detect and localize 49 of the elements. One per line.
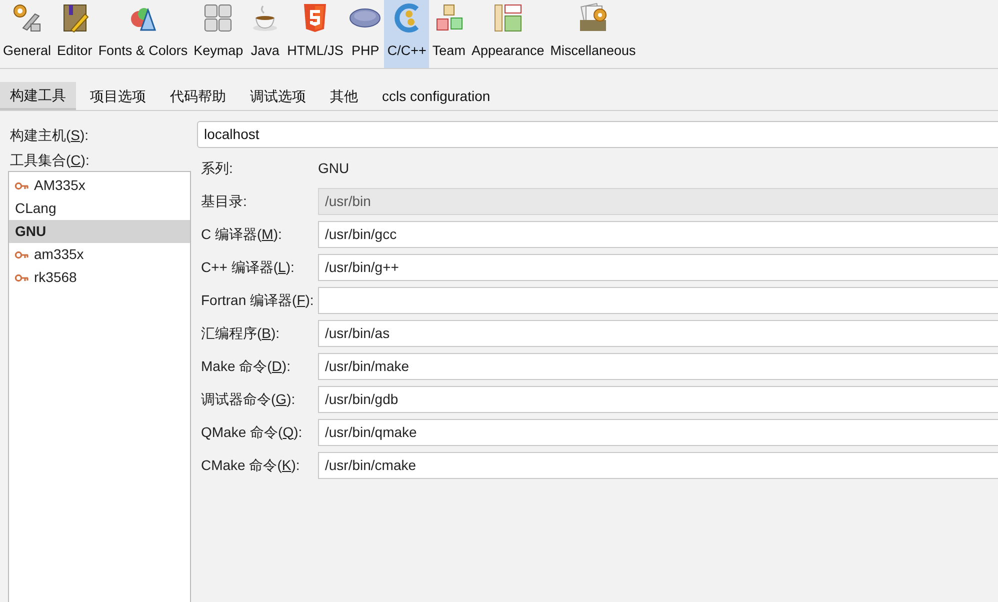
category-button[interactable]: Keymap [190, 0, 246, 68]
path-field[interactable]: /usr/bin/as [318, 320, 998, 347]
category-button[interactable]: Java [246, 0, 284, 68]
path-field[interactable]: /usr/bin/gdb [318, 386, 998, 413]
build-host-label: 构建主机(S): [10, 126, 89, 145]
category-button[interactable]: HTML/JS [284, 0, 346, 68]
path-field[interactable]: /usr/bin/gcc [318, 221, 998, 248]
path-field[interactable] [318, 287, 998, 314]
toolchain-item[interactable]: GNU [9, 220, 190, 243]
toolchain-item[interactable]: CLang [9, 197, 190, 220]
tab[interactable]: 构建工具 [0, 82, 76, 110]
field-label: CMake 命令(K): [201, 456, 300, 472]
category-button[interactable]: General [0, 0, 54, 68]
path-field[interactable]: /usr/bin/g++ [318, 254, 998, 281]
category-button[interactable]: Miscellaneous [547, 0, 639, 68]
key-icon [15, 250, 29, 258]
tab[interactable]: 项目选项 [80, 82, 156, 110]
category-button[interactable]: PHP [346, 0, 384, 68]
family-value: GNU [318, 158, 350, 178]
key-icon [15, 182, 29, 190]
tool-collection-label: 工具集合(C): [10, 151, 90, 170]
field-label: Make 命令(D): [201, 358, 290, 374]
toolchain-item[interactable]: AM335x [9, 174, 190, 197]
field-label: 基目录: [201, 192, 247, 208]
category-button[interactable]: Editor [54, 0, 96, 68]
path-field[interactable]: /usr/bin/qmake [318, 419, 998, 446]
tab[interactable]: 其他 [320, 82, 368, 110]
field-label: 汇编程序(B): [201, 324, 280, 340]
category-button[interactable]: C/C++ [384, 0, 430, 68]
path-field[interactable]: /usr/bin/make [318, 353, 998, 380]
field-label: C++ 编译器(L): [201, 258, 294, 274]
category-button[interactable]: Team [429, 0, 468, 68]
toolchain-item[interactable]: am335x [9, 243, 190, 266]
tab[interactable]: 代码帮助 [160, 82, 236, 110]
tab[interactable]: 调试选项 [240, 82, 316, 110]
build-host-field[interactable]: localhost [197, 121, 998, 148]
field-label: QMake 命令(Q): [201, 424, 302, 440]
field-label: 调试器命令(G): [201, 390, 296, 406]
field-label: C 编译器(M): [201, 226, 282, 242]
key-icon [15, 274, 29, 282]
family-label: 系列: [200, 158, 234, 178]
category-button[interactable]: Appearance [468, 0, 548, 68]
path-field[interactable]: /usr/bin/cmake [318, 452, 998, 479]
category-button[interactable]: Fonts & Colors [95, 0, 191, 68]
layout-panels-icon [492, 2, 524, 34]
tab[interactable]: ccls configuration [372, 82, 500, 110]
keyboard-keys-icon [202, 2, 234, 34]
field-label: Fortran 编译器(F): [201, 292, 314, 308]
toolchain-item[interactable]: rk3568 [9, 266, 190, 289]
